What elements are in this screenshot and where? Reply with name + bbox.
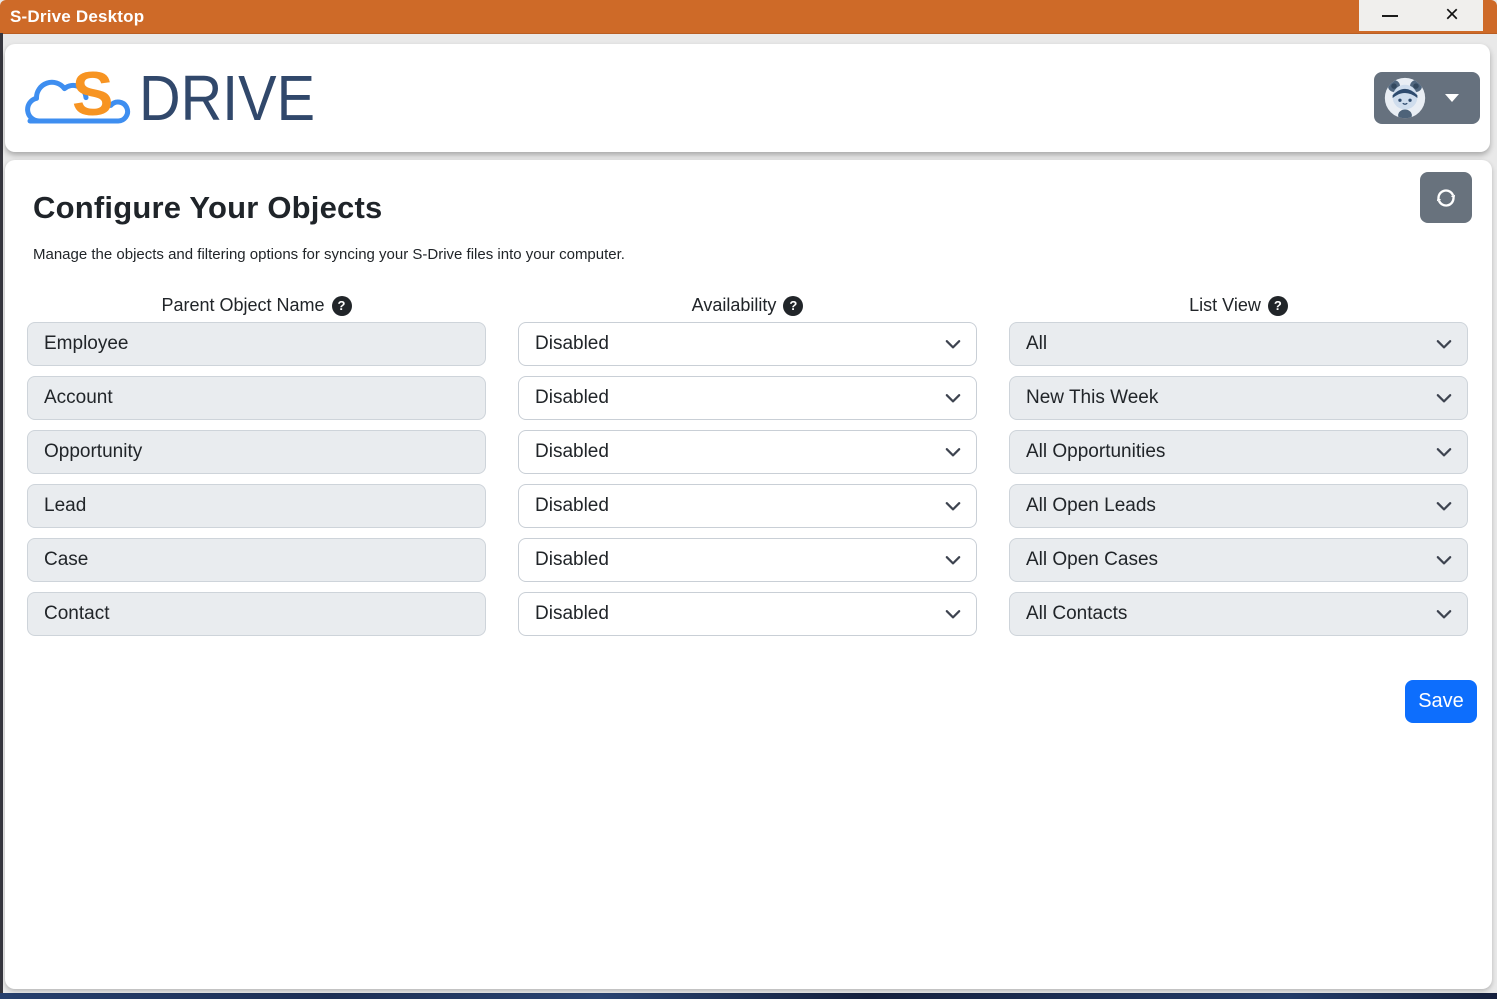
list-view-value: All Contacts bbox=[1026, 603, 1127, 625]
parent-object-label: Lead bbox=[44, 495, 86, 517]
parent-object-field: Contact bbox=[27, 592, 486, 636]
window-titlebar[interactable]: S-Drive Desktop bbox=[0, 0, 1497, 34]
table-rows: Employee Disabled All Account Disabled N… bbox=[27, 322, 1468, 636]
column-header-label: Availability bbox=[692, 295, 777, 316]
help-icon[interactable]: ? bbox=[332, 296, 352, 316]
chevron-down-icon bbox=[1445, 94, 1459, 102]
parent-object-label: Opportunity bbox=[44, 441, 142, 463]
column-header-label: Parent Object Name bbox=[161, 295, 324, 316]
parent-object-field: Lead bbox=[27, 484, 486, 528]
user-avatar bbox=[1383, 76, 1427, 120]
table-row: Account Disabled New This Week bbox=[27, 376, 1468, 420]
sdrive-logo: S DRIVE bbox=[25, 65, 325, 132]
list-view-value: All Opportunities bbox=[1026, 441, 1165, 463]
availability-select[interactable]: Disabled bbox=[518, 538, 977, 582]
availability-select[interactable]: Disabled bbox=[518, 430, 977, 474]
page-title: Configure Your Objects bbox=[33, 190, 1468, 226]
table-row: Contact Disabled All Contacts bbox=[27, 592, 1468, 636]
close-button[interactable]: × bbox=[1421, 0, 1483, 31]
parent-object-label: Employee bbox=[44, 333, 129, 355]
availability-value: Disabled bbox=[535, 333, 609, 355]
window-controls: × bbox=[1359, 0, 1483, 31]
minimize-button[interactable] bbox=[1359, 0, 1421, 31]
chevron-down-icon bbox=[1435, 551, 1453, 569]
list-view-select[interactable]: All Contacts bbox=[1009, 592, 1468, 636]
parent-object-label: Case bbox=[44, 549, 88, 571]
parent-object-field: Opportunity bbox=[27, 430, 486, 474]
parent-object-field: Account bbox=[27, 376, 486, 420]
chevron-down-icon bbox=[1435, 443, 1453, 461]
user-menu-button[interactable] bbox=[1374, 72, 1480, 124]
help-icon[interactable]: ? bbox=[783, 296, 803, 316]
chevron-down-icon bbox=[944, 497, 962, 515]
availability-value: Disabled bbox=[535, 549, 609, 571]
table-row: Employee Disabled All bbox=[27, 322, 1468, 366]
logo-drive: DRIVE bbox=[139, 65, 315, 127]
page-subtitle: Manage the objects and filtering options… bbox=[33, 246, 1468, 263]
list-view-select[interactable]: New This Week bbox=[1009, 376, 1468, 420]
parent-object-label: Contact bbox=[44, 603, 109, 625]
window-bottom-border bbox=[0, 993, 1497, 999]
help-icon[interactable]: ? bbox=[1268, 296, 1288, 316]
close-icon: × bbox=[1445, 3, 1459, 27]
list-view-value: New This Week bbox=[1026, 387, 1158, 409]
chevron-down-icon bbox=[944, 389, 962, 407]
window-title: S-Drive Desktop bbox=[0, 0, 1497, 33]
chevron-down-icon bbox=[1435, 497, 1453, 515]
logo-s: S bbox=[72, 65, 113, 127]
list-view-select[interactable]: All bbox=[1009, 322, 1468, 366]
table-row: Lead Disabled All Open Leads bbox=[27, 484, 1468, 528]
chevron-down-icon bbox=[944, 443, 962, 461]
column-headers: Parent Object Name ? Availability ? List… bbox=[27, 295, 1468, 316]
availability-value: Disabled bbox=[535, 603, 609, 625]
parent-object-field: Case bbox=[27, 538, 486, 582]
availability-value: Disabled bbox=[535, 495, 609, 517]
column-header-label: List View bbox=[1189, 295, 1261, 316]
save-button[interactable]: Save bbox=[1405, 680, 1477, 723]
availability-select[interactable]: Disabled bbox=[518, 592, 977, 636]
chevron-down-icon bbox=[1435, 389, 1453, 407]
configure-objects-panel: Configure Your Objects Manage the object… bbox=[5, 160, 1492, 989]
table-row: Opportunity Disabled All Opportunities bbox=[27, 430, 1468, 474]
refresh-icon bbox=[1434, 186, 1458, 210]
app-header: S DRIVE bbox=[5, 44, 1490, 152]
sdrive-logo-icon: S DRIVE bbox=[25, 65, 325, 127]
column-header-parent-object: Parent Object Name ? bbox=[27, 295, 486, 316]
availability-select[interactable]: Disabled bbox=[518, 376, 977, 420]
chevron-down-icon bbox=[1435, 605, 1453, 623]
list-view-select[interactable]: All Opportunities bbox=[1009, 430, 1468, 474]
list-view-value: All Open Cases bbox=[1026, 549, 1158, 571]
availability-value: Disabled bbox=[535, 387, 609, 409]
minimize-icon bbox=[1382, 15, 1398, 17]
column-header-list-view: List View ? bbox=[1009, 295, 1468, 316]
chevron-down-icon bbox=[944, 551, 962, 569]
column-header-availability: Availability ? bbox=[518, 295, 977, 316]
parent-object-field: Employee bbox=[27, 322, 486, 366]
table-row: Case Disabled All Open Cases bbox=[27, 538, 1468, 582]
availability-value: Disabled bbox=[535, 441, 609, 463]
list-view-select[interactable]: All Open Cases bbox=[1009, 538, 1468, 582]
list-view-value: All bbox=[1026, 333, 1047, 355]
refresh-button[interactable] bbox=[1420, 172, 1472, 223]
parent-object-label: Account bbox=[44, 387, 113, 409]
chevron-down-icon bbox=[944, 605, 962, 623]
list-view-select[interactable]: All Open Leads bbox=[1009, 484, 1468, 528]
availability-select[interactable]: Disabled bbox=[518, 484, 977, 528]
availability-select[interactable]: Disabled bbox=[518, 322, 977, 366]
chevron-down-icon bbox=[944, 335, 962, 353]
window-left-border bbox=[0, 33, 3, 999]
chevron-down-icon bbox=[1435, 335, 1453, 353]
list-view-value: All Open Leads bbox=[1026, 495, 1156, 517]
